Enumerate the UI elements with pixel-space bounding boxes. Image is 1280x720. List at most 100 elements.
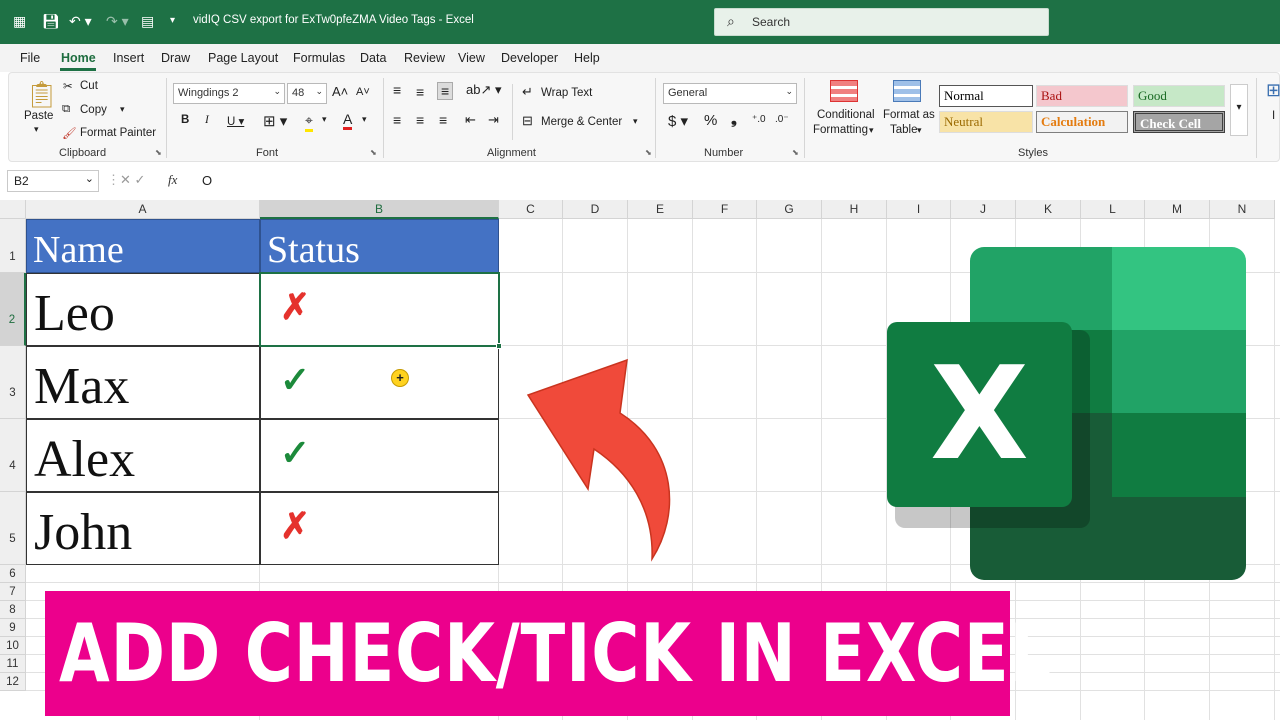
conditional-dropdown-icon[interactable]: ▾ [869,125,874,136]
column-header-l[interactable]: L [1081,200,1145,219]
format-as-table-icon[interactable] [893,80,921,102]
cut-button[interactable]: Cut [80,80,98,92]
style-check-cell[interactable]: Check Cell [1133,111,1225,133]
bold-icon[interactable]: B [181,114,189,126]
font-name-select[interactable]: Wingdings 2 ⌄ [173,83,285,104]
menu-developer[interactable]: Developer [501,51,558,65]
borders-icon[interactable]: ⊞ ▾ [263,112,287,130]
row-header-9[interactable]: 9 [0,619,26,637]
number-launcher-icon[interactable]: ⬊ [792,148,799,157]
menu-formulas[interactable]: Formulas [293,51,345,65]
redo-icon[interactable]: ↷ ▾ [106,12,129,30]
font-launcher-icon[interactable]: ⬊ [370,148,377,157]
row-header-12[interactable]: 12 [0,673,26,691]
customize-toolbar-icon[interactable]: ▾ [170,12,175,30]
style-normal[interactable]: Normal [939,85,1033,107]
row-header-8[interactable]: 8 [0,601,26,619]
fill-color-icon[interactable]: ⌖ [305,112,313,132]
column-header-b[interactable]: B [260,200,499,219]
merge-center-icon[interactable]: ⊟ [522,113,533,129]
column-header-n[interactable]: N [1210,200,1275,219]
row-header-1[interactable]: 1 [0,219,26,273]
column-header-a[interactable]: A [26,200,260,219]
save-icon[interactable]: 💾︎ [42,12,60,30]
cut-icon[interactable]: ✂ [63,79,73,93]
increase-decimal-icon[interactable]: ⁺.0 [752,114,766,125]
menu-review[interactable]: Review [404,51,445,65]
align-bottom-icon[interactable]: ≡ [437,82,454,100]
row-header-5[interactable]: 5 [0,492,26,565]
wrap-text-button[interactable]: Wrap Text [541,87,592,99]
font-size-select[interactable]: 48 ⌄ [287,83,327,104]
font-color-dropdown-icon[interactable]: ▾ [362,114,367,125]
form-icon[interactable]: ▤ [141,12,154,30]
italic-icon[interactable]: I [205,114,209,126]
fill-handle[interactable] [496,343,502,349]
paste-button[interactable]: Paste [24,110,53,122]
format-as-table-label-2[interactable]: Table [890,124,918,136]
insert-label-partial[interactable]: I [1272,110,1275,122]
wrap-text-icon[interactable]: ↵ [522,84,533,100]
name-cell[interactable]: John [26,492,260,565]
paste-dropdown-icon[interactable]: ▾ [34,124,39,135]
decrease-font-icon[interactable]: A˅ [356,86,370,98]
format-table-dropdown-icon[interactable]: ▾ [917,125,922,136]
conditional-formatting-label-2[interactable]: Formatting [813,124,868,136]
undo-icon[interactable]: ↶ ▾ [69,12,92,30]
name-cell[interactable]: Alex [26,419,260,492]
menu-home[interactable]: Home [61,51,96,65]
format-as-table-label-1[interactable]: Format as [883,109,935,121]
merge-dropdown-icon[interactable]: ▾ [633,116,638,127]
format-painter-icon[interactable]: 🖌︎ [62,126,77,140]
column-header-c[interactable]: C [499,200,563,219]
search-box[interactable]: ⌕ Search [714,8,1049,36]
format-painter-button[interactable]: Format Painter [80,127,156,139]
styles-more-button[interactable]: ▾ [1230,84,1248,136]
menu-page-layout[interactable]: Page Layout [208,51,278,65]
menu-help[interactable]: Help [574,51,600,65]
underline-icon[interactable]: U ▾ [227,114,244,128]
header-cell-status[interactable]: Status [260,219,499,273]
currency-icon[interactable]: $ ▾ [668,112,688,130]
conditional-formatting-label-1[interactable]: Conditional [817,109,875,121]
cancel-confirm-icons[interactable]: ✕ ✓ [120,172,145,188]
align-left-icon[interactable]: ≡ [393,112,401,128]
decrease-decimal-icon[interactable]: .0⁻ [775,114,789,125]
column-header-i[interactable]: I [887,200,951,219]
align-center-icon[interactable]: ≡ [416,112,424,128]
copy-dropdown-icon[interactable]: ▾ [120,104,125,115]
row-header-7[interactable]: 7 [0,583,26,601]
row-header-6[interactable]: 6 [0,565,26,583]
decrease-indent-icon[interactable]: ⇤ [465,112,476,128]
menu-draw[interactable]: Draw [161,51,190,65]
name-box[interactable]: B2 ⌄ [7,170,99,192]
column-header-j[interactable]: J [951,200,1016,219]
name-cell[interactable]: Leo [26,273,260,346]
menu-file[interactable]: File [20,51,40,65]
insert-cells-icon[interactable]: ⊞ [1266,80,1280,101]
formula-value[interactable]: O [202,173,212,188]
increase-font-icon[interactable]: A˄ [332,84,348,99]
percent-icon[interactable]: % [704,112,717,129]
row-header-4[interactable]: 4 [0,419,26,492]
row-header-2[interactable]: 2 [0,273,26,346]
menu-insert[interactable]: Insert [113,51,144,65]
style-bad[interactable]: Bad [1036,85,1128,107]
name-cell[interactable]: Max [26,346,260,419]
column-header-k[interactable]: K [1016,200,1081,219]
conditional-formatting-icon[interactable] [830,80,858,102]
row-header-11[interactable]: 11 [0,655,26,673]
align-middle-icon[interactable]: ≡ [416,84,424,100]
header-cell-name[interactable]: Name [26,219,260,273]
menu-view[interactable]: View [458,51,485,65]
column-header-e[interactable]: E [628,200,693,219]
clipboard-launcher-icon[interactable]: ⬊ [155,148,162,157]
copy-icon[interactable]: ⧉ [62,103,70,116]
align-right-icon[interactable]: ≡ [439,112,447,128]
insert-function-icon[interactable]: fx [168,172,177,188]
orientation-icon[interactable]: ab↗ ▾ [466,82,502,98]
menu-data[interactable]: Data [360,51,386,65]
paste-icon[interactable]: 📋︎ [25,79,58,110]
merge-center-button[interactable]: Merge & Center [541,116,622,128]
select-all-corner[interactable] [0,200,26,219]
